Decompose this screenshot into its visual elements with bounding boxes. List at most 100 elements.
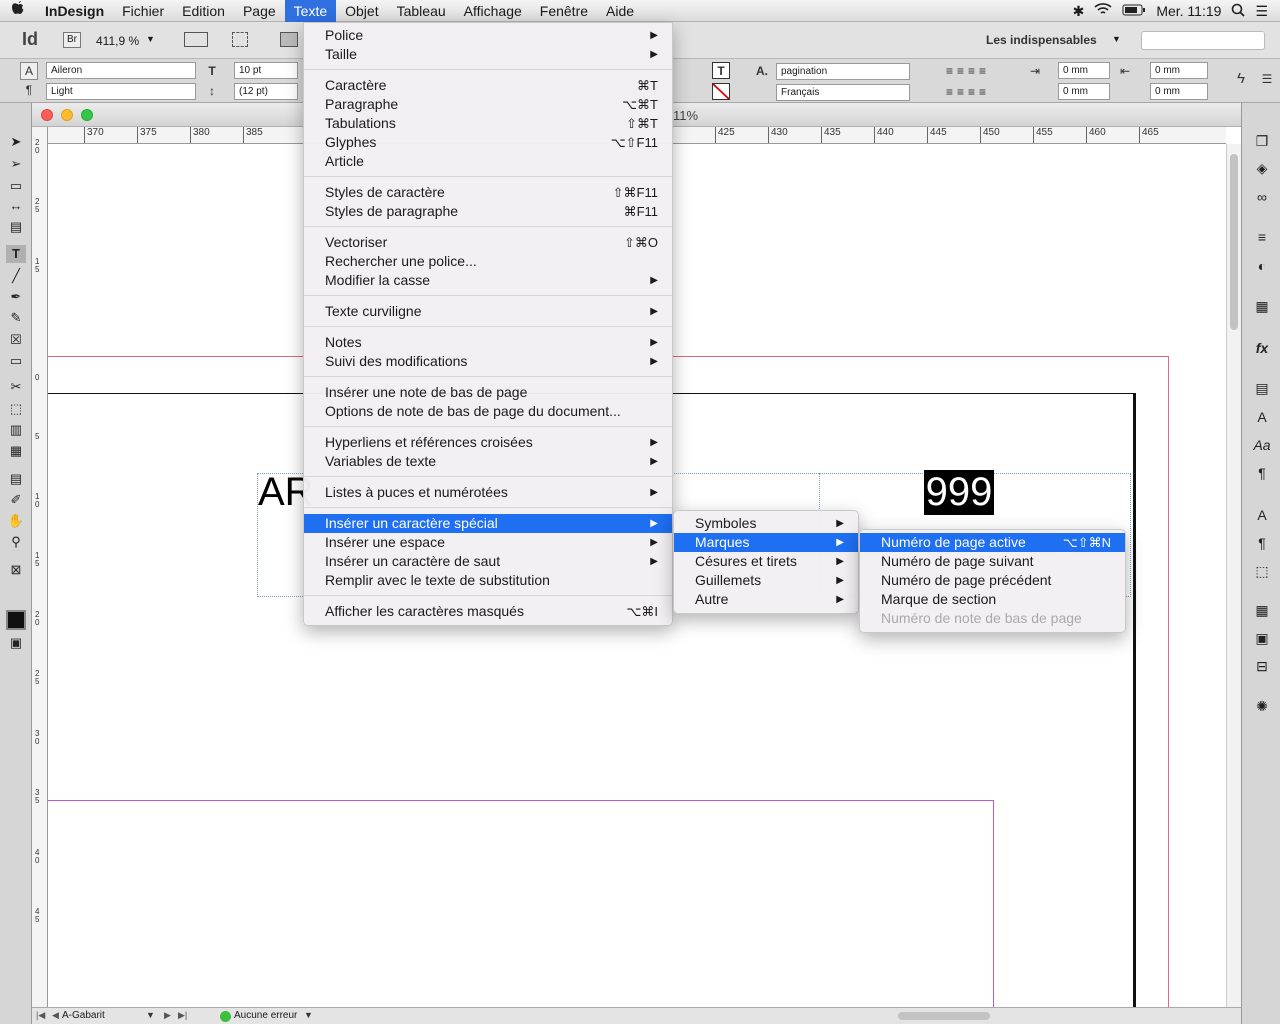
last-page-icon[interactable]: ▶| bbox=[178, 1010, 187, 1021]
align-buttons-row1[interactable]: ≡≡≡≡ bbox=[928, 63, 1008, 79]
menu-texte[interactable]: Texte bbox=[284, 0, 337, 22]
pencil-tool-icon[interactable]: ✎ bbox=[6, 309, 26, 327]
font-style-field[interactable]: Light bbox=[46, 83, 196, 100]
hand-tool-icon[interactable]: ✋ bbox=[6, 512, 26, 530]
notification-center-icon[interactable]: ☰ bbox=[1255, 3, 1268, 20]
gradient-swatch-tool-icon[interactable]: ▥ bbox=[6, 421, 26, 439]
menu-objet[interactable]: Objet bbox=[336, 0, 387, 22]
minimize-window-button[interactable] bbox=[61, 109, 73, 121]
workspace-switcher[interactable]: Les indispensables bbox=[986, 33, 1097, 47]
text-fill-icon[interactable]: T bbox=[712, 62, 730, 79]
menu-item-inserer-un-caractere-de-saut[interactable]: Insérer un caractère de saut ▶ bbox=[304, 552, 672, 571]
page-tool-icon[interactable]: ▭ bbox=[6, 177, 26, 195]
leading-field[interactable]: (12 pt) bbox=[234, 83, 298, 100]
eyedropper-tool-icon[interactable]: ✐ bbox=[6, 491, 26, 509]
previous-page-icon[interactable]: ◀ bbox=[52, 1010, 59, 1021]
screen-mode-tool-icon[interactable]: ▣ bbox=[6, 634, 26, 652]
rectangle-tool-icon[interactable]: ▭ bbox=[6, 352, 26, 370]
panel-menu-icon[interactable]: ☰ bbox=[1258, 71, 1276, 87]
align-buttons-row2[interactable]: ≡≡≡≡ bbox=[928, 84, 1008, 100]
menu-item-suivi-des-modifications[interactable]: Suivi des modifications ▶ bbox=[304, 352, 672, 371]
menu-edition[interactable]: Edition bbox=[173, 0, 234, 22]
submenu-item-autre[interactable]: Autre ▶ bbox=[674, 590, 858, 609]
page-selector[interactable]: A-Gabarit bbox=[62, 1010, 105, 1021]
bridge-button[interactable]: Br bbox=[63, 32, 81, 48]
character-styles-panel-icon[interactable]: A bbox=[1251, 505, 1273, 525]
free-transform-tool-icon[interactable]: ⬚ bbox=[6, 400, 26, 418]
apple-menu-icon[interactable] bbox=[0, 0, 36, 22]
scissors-tool-icon[interactable]: ✂ bbox=[6, 378, 26, 396]
arrange-documents-icon[interactable] bbox=[280, 32, 298, 47]
first-line-indent-field[interactable]: 0 mm bbox=[1058, 83, 1110, 100]
battery-icon[interactable] bbox=[1122, 3, 1146, 19]
activity-panel-icon[interactable]: ✺ bbox=[1251, 696, 1273, 716]
workspace-dropdown-icon[interactable]: ▼ bbox=[1112, 34, 1121, 44]
view-options-icon[interactable] bbox=[184, 32, 208, 47]
direct-selection-tool-icon[interactable]: ➢ bbox=[6, 155, 26, 173]
close-window-button[interactable] bbox=[41, 109, 53, 121]
menu-item-notes[interactable]: Notes ▶ bbox=[304, 333, 672, 352]
menu-item-paragraphe[interactable]: Paragraphe ⌥⌘T bbox=[304, 95, 672, 114]
info-panel-icon[interactable]: ⊟ bbox=[1251, 656, 1273, 676]
object-styles-panel-icon[interactable]: ⬚ bbox=[1251, 561, 1273, 581]
menu-item-police[interactable]: Police ▶ bbox=[304, 26, 672, 45]
zoom-dropdown-icon[interactable]: ▼ bbox=[146, 34, 155, 44]
menu-item-texte-curviligne[interactable]: Texte curviligne ▶ bbox=[304, 302, 672, 321]
cell-styles-panel-icon[interactable]: ▣ bbox=[1251, 628, 1273, 648]
wifi-icon[interactable] bbox=[1094, 3, 1112, 19]
font-family-field[interactable]: Aileron bbox=[46, 62, 196, 79]
menu-item-caractere[interactable]: Caractère ⌘T bbox=[304, 76, 672, 95]
menu-item-listes-a-puces-et-numerotees[interactable]: Listes à puces et numérotées ▶ bbox=[304, 483, 672, 502]
layers-panel-icon[interactable]: ◈ bbox=[1251, 158, 1273, 178]
formatting-container-icon[interactable] bbox=[6, 610, 26, 630]
table-styles-panel-icon[interactable]: ▦ bbox=[1251, 600, 1273, 620]
menu-affichage[interactable]: Affichage bbox=[455, 0, 531, 22]
paragraph-mode-icon[interactable]: ¶ bbox=[20, 82, 38, 98]
line-tool-icon[interactable]: ╱ bbox=[6, 267, 26, 285]
text-stroke-none-icon[interactable] bbox=[712, 83, 730, 100]
text-wrap-panel-icon[interactable]: ▤ bbox=[1251, 378, 1273, 398]
search-field[interactable] bbox=[1141, 31, 1265, 50]
character-style-field[interactable]: pagination bbox=[776, 63, 910, 80]
selection-tool-icon[interactable]: ➤ bbox=[6, 133, 26, 151]
marker-item-numero-de-page-active[interactable]: Numéro de page active ⌥⇧⌘N bbox=[860, 533, 1125, 552]
menu-item-article[interactable]: Article bbox=[304, 152, 672, 171]
vertical-ruler[interactable]: 2 0 2 5 1 5 0 5 1 0 1 5 2 0 2 5 3 0 3 5 4 0 4 5 bbox=[32, 127, 48, 1007]
quick-apply-icon[interactable]: ϟ bbox=[1232, 71, 1250, 87]
bluetooth-icon[interactable]: ✱ bbox=[1073, 3, 1085, 20]
pen-tool-icon[interactable]: ✒ bbox=[6, 288, 26, 306]
menu-item-rechercher-une-police[interactable]: Rechercher une police... bbox=[304, 252, 672, 271]
zoom-level[interactable]: 411,9 % bbox=[96, 34, 139, 48]
pages-panel-icon[interactable]: ❐ bbox=[1251, 131, 1273, 151]
menu-item-inserer-un-caractere-special[interactable]: Insérer un caractère spécial ▶ bbox=[304, 514, 672, 533]
effects-panel-icon[interactable]: fx bbox=[1251, 338, 1273, 358]
table-panel-icon[interactable]: ▦ bbox=[1251, 296, 1273, 316]
type-tool-icon[interactable]: T bbox=[6, 245, 26, 263]
paragraph-styles-panel-icon[interactable]: ¶ bbox=[1251, 533, 1273, 553]
menu-item-glyphes[interactable]: Glyphes ⌥⇧F11 bbox=[304, 133, 672, 152]
left-indent-field[interactable]: 0 mm bbox=[1058, 62, 1110, 79]
preflight-status[interactable]: Aucune erreur bbox=[234, 1010, 297, 1021]
marker-item-numero-de-page-precedent[interactable]: Numéro de page précédent bbox=[860, 571, 1125, 590]
menu-page[interactable]: Page bbox=[234, 0, 285, 22]
menu-fenetre[interactable]: Fenêtre bbox=[531, 0, 597, 22]
submenu-item-cesures-et-tirets[interactable]: Césures et tirets ▶ bbox=[674, 552, 858, 571]
submenu-item-guillemets[interactable]: Guillemets ▶ bbox=[674, 571, 858, 590]
marker-item-numero-de-page-suivant[interactable]: Numéro de page suivant bbox=[860, 552, 1125, 571]
menu-item-options-de-note-de-bas-de-page-du-document[interactable]: Options de note de bas de page du docume… bbox=[304, 402, 672, 421]
content-collector-icon[interactable]: ▤ bbox=[6, 218, 26, 236]
rectangle-frame-tool-icon[interactable]: ☒ bbox=[6, 331, 26, 349]
menu-item-tabulations[interactable]: Tabulations ⇧⌘T bbox=[304, 114, 672, 133]
links-panel-icon[interactable]: ∞ bbox=[1251, 187, 1273, 207]
paragraph-panel-icon[interactable]: ¶ bbox=[1251, 463, 1273, 483]
vertical-scrollbar[interactable] bbox=[1226, 144, 1241, 1007]
page-selector-dropdown-icon[interactable]: ▼ bbox=[146, 1010, 155, 1020]
menu-item-inserer-une-note-de-bas-de-page[interactable]: Insérer une note de bas de page bbox=[304, 383, 672, 402]
menu-item-vectoriser[interactable]: Vectoriser ⇧⌘O bbox=[304, 233, 672, 252]
gradient-feather-tool-icon[interactable]: ▦ bbox=[6, 442, 26, 460]
swatches-panel-icon[interactable]: ◐ bbox=[1251, 256, 1273, 276]
page-number-selection[interactable]: 999 bbox=[924, 470, 994, 515]
zoom-tool-icon[interactable]: ⚲ bbox=[6, 533, 26, 551]
menu-item-afficher-les-caracteres-masques[interactable]: Afficher les caractères masqués ⌥⌘I bbox=[304, 602, 672, 621]
vertical-scroll-thumb[interactable] bbox=[1230, 154, 1238, 330]
